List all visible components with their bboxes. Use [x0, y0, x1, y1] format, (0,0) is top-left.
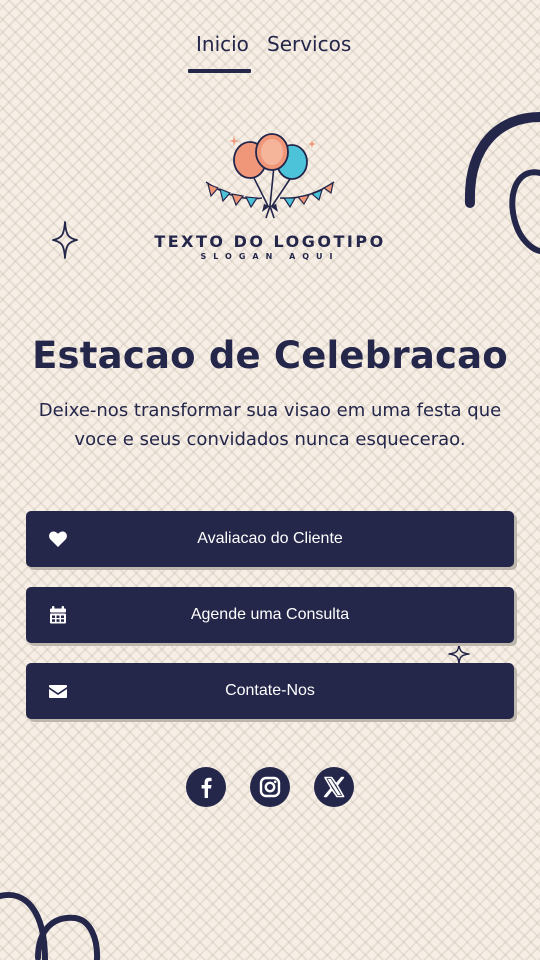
- facebook-icon: [201, 777, 212, 798]
- sparkle-icon-left: [52, 221, 78, 259]
- contact-us-button[interactable]: Contate-Nos: [26, 663, 514, 719]
- page-title: Estacao de Celebracao: [32, 334, 508, 377]
- instagram-link[interactable]: [250, 767, 290, 807]
- arc-decoration-bottom-left: [0, 892, 101, 960]
- sparkle-icon-right: [448, 643, 470, 665]
- facebook-link[interactable]: [186, 767, 226, 807]
- contact-us-label: Contate-Nos: [225, 682, 315, 699]
- schedule-consultation-label: Agende uma Consulta: [190, 606, 350, 623]
- logo: TEXTO DO LOGOTIPO SLOGAN AQUI: [145, 130, 395, 270]
- customer-review-label: Avaliacao do Cliente: [197, 530, 343, 547]
- x-twitter-icon: [323, 776, 345, 798]
- logo-slogan: SLOGAN AQUI: [200, 252, 340, 261]
- instagram-icon: [259, 776, 281, 798]
- arc-decoration-top-right: [464, 112, 540, 254]
- balloons-logo-icon: [205, 133, 335, 219]
- schedule-consultation-button[interactable]: Agende uma Consulta: [26, 587, 514, 643]
- tab-servicos[interactable]: Servicos: [267, 32, 351, 56]
- page-subtitle: Deixe-nos transformar sua visao em uma f…: [38, 400, 502, 450]
- x-link[interactable]: [314, 767, 354, 807]
- customer-review-button[interactable]: Avaliacao do Cliente: [26, 511, 514, 567]
- tab-inicio[interactable]: Inicio: [196, 32, 249, 56]
- logo-title: TEXTO DO LOGOTIPO: [154, 232, 386, 251]
- active-tab-indicator: [188, 69, 251, 73]
- top-nav: Inicio Servicos: [0, 32, 540, 74]
